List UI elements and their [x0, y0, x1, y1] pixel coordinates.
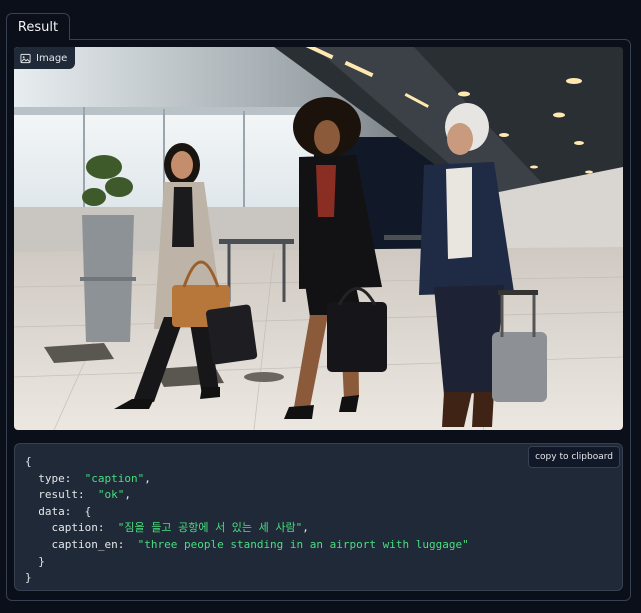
json-value-result: "ok" — [97, 488, 125, 502]
json-value-caption: "짐을 들고 공항에 서 있는 세 사람" — [117, 521, 303, 535]
image-icon — [20, 53, 31, 63]
json-output-block: copy to clipboard { type: "caption", res… — [14, 443, 623, 591]
json-key-caption-en: caption_en — [51, 537, 118, 551]
image-label-text: Image — [36, 52, 68, 64]
result-image — [14, 47, 623, 430]
json-value-caption-en: "three people standing in an airport wit… — [137, 537, 469, 551]
json-value-type: "caption" — [84, 471, 145, 485]
json-key-result: result — [38, 488, 78, 502]
json-key-caption: caption — [51, 521, 98, 535]
app-frame: Result Image copy to clipboard {type: "… — [0, 0, 641, 613]
json-output: { type: "caption", result: "ok", data: {… — [25, 455, 469, 585]
copy-to-clipboard-button[interactable]: copy to clipboard — [528, 446, 620, 468]
json-key-data: data — [38, 504, 65, 518]
json-key-type: type — [38, 471, 65, 485]
image-label-badge: Image — [14, 47, 76, 69]
tab-result[interactable]: Result — [6, 13, 70, 40]
airport-photo — [14, 47, 623, 430]
